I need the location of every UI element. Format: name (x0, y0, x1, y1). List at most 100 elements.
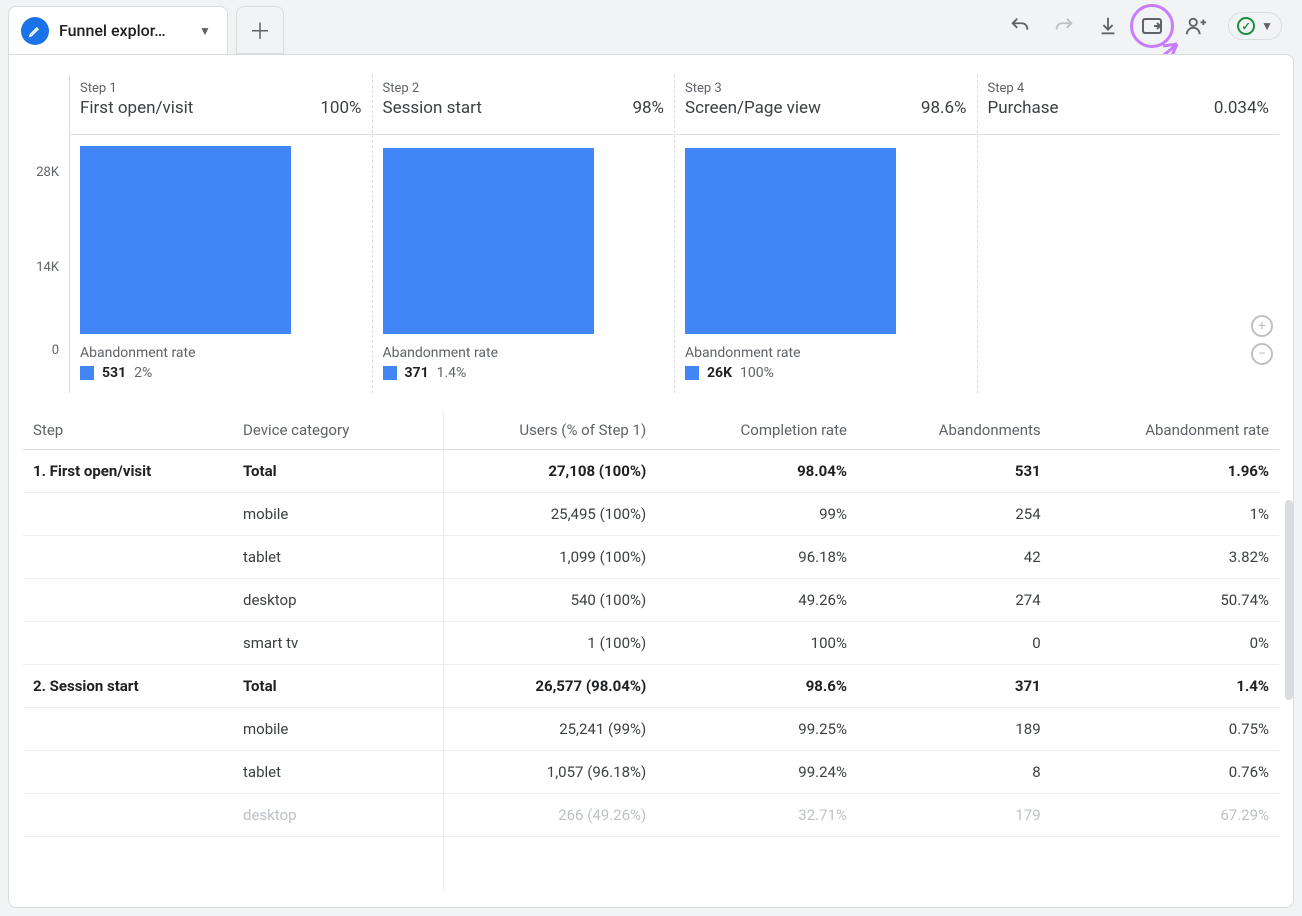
funnel-step[interactable]: Step 1 First open/visit100% Abandonment … (69, 75, 372, 393)
report-tab[interactable]: Funnel explor… ▼ (8, 6, 228, 54)
table-row[interactable]: mobile 25,241 (99%) 99.25% 189 0.75% (23, 708, 1279, 751)
scrollbar[interactable] (1285, 500, 1293, 700)
col-abandonment-rate[interactable]: Abandonment rate (1051, 411, 1279, 450)
cell-step (23, 579, 233, 622)
cell-abandonment-rate: 0.75% (1051, 708, 1279, 751)
cell-abandonment-rate: 3.82% (1051, 536, 1279, 579)
cell-completion: 99% (656, 493, 857, 536)
step-label: Step 1 (80, 81, 362, 96)
col-step[interactable]: Step (23, 411, 233, 450)
table-row[interactable]: desktop 540 (100%) 49.26% 274 50.74% (23, 579, 1279, 622)
cell-device: Total (233, 450, 423, 493)
table-row[interactable]: desktop 266 (49.26%) 32.71% 179 67.29% (23, 794, 1279, 837)
legend-swatch (80, 366, 94, 380)
step-name: Screen/Page view (685, 98, 821, 118)
cell-completion: 96.18% (656, 536, 857, 579)
chevron-down-icon[interactable]: ▼ (199, 24, 211, 38)
cell-users: 25,495 (100%) (423, 493, 656, 536)
cell-step (23, 493, 233, 536)
funnel-step[interactable]: Step 4 Purchase0.034% (977, 75, 1280, 393)
abandonment-label: Abandonment rate (383, 345, 665, 361)
status-chevron-icon: ▼ (1261, 19, 1273, 33)
zoom-out-button[interactable]: − (1251, 343, 1273, 365)
cell-step (23, 751, 233, 794)
cell-step: 1. First open/visit (23, 450, 233, 493)
cell-step: 2. Session start (23, 665, 233, 708)
cell-abandonments: 42 (857, 536, 1051, 579)
funnel-bar (80, 146, 291, 334)
cell-device: smart tv (233, 622, 423, 665)
cell-users: 26,577 (98.04%) (423, 665, 656, 708)
funnel-chart: Step 1 First open/visit 100% Abandonment … (69, 75, 1279, 393)
abandonment-pct: 1.4% (437, 365, 467, 381)
y-axis-labels: 28K 14K 0 (23, 165, 63, 355)
cell-completion: 98.04% (656, 450, 857, 493)
cell-abandonments: 179 (857, 794, 1051, 837)
checkmark-icon: ✓ (1237, 17, 1255, 35)
abandonment-count: 531 (102, 365, 126, 381)
redo-icon[interactable] (1052, 14, 1076, 38)
cell-abandonment-rate: 1.96% (1051, 450, 1279, 493)
cell-users: 25,241 (99%) (423, 708, 656, 751)
step-label: Step 3 (685, 81, 967, 96)
cell-abandonment-rate: 0.76% (1051, 751, 1279, 794)
cell-step (23, 794, 233, 837)
funnel-bar (685, 148, 896, 334)
cell-users: 266 (49.26%) (423, 794, 656, 837)
step-label: Step 4 (988, 81, 1270, 96)
cell-device: mobile (233, 708, 423, 751)
cell-device: desktop (233, 579, 423, 622)
download-icon[interactable] (1096, 14, 1120, 38)
pencil-icon (21, 17, 49, 45)
undo-icon[interactable] (1008, 14, 1032, 38)
cell-device: desktop (233, 794, 423, 837)
funnel-step[interactable]: Step 2 Session start98% Abandonment rate… (372, 75, 675, 393)
step-name: Purchase (988, 98, 1059, 118)
cell-completion: 98.6% (656, 665, 857, 708)
table-row[interactable]: 1. First open/visit Total 27,108 (100%) … (23, 450, 1279, 493)
table-row[interactable]: tablet 1,099 (100%) 96.18% 42 3.82% (23, 536, 1279, 579)
cell-completion: 32.71% (656, 794, 857, 837)
data-table: Step Device category Users (% of Step 1)… (23, 411, 1279, 891)
cell-abandonment-rate: 50.74% (1051, 579, 1279, 622)
cell-users: 27,108 (100%) (423, 450, 656, 493)
cell-step (23, 622, 233, 665)
abandonment-count: 26K (707, 365, 732, 381)
cell-device: tablet (233, 536, 423, 579)
abandonment-pct: 100% (740, 365, 774, 381)
col-abandonments[interactable]: Abandonments (857, 411, 1051, 450)
table-row[interactable]: smart tv 1 (100%) 100% 0 0% (23, 622, 1279, 665)
col-users[interactable]: Users (% of Step 1) (423, 411, 656, 450)
col-device[interactable]: Device category (233, 411, 423, 450)
abandonment-label: Abandonment rate (685, 345, 967, 361)
col-completion[interactable]: Completion rate (656, 411, 857, 450)
zoom-in-button[interactable]: + (1251, 315, 1273, 337)
abandonment-label: Abandonment rate (80, 345, 362, 361)
cell-abandonment-rate: 0% (1051, 622, 1279, 665)
cell-abandonment-rate: 1% (1051, 493, 1279, 536)
cell-users: 1,099 (100%) (423, 536, 656, 579)
step-label: Step 2 (383, 81, 665, 96)
share-user-icon[interactable] (1184, 14, 1208, 38)
cell-completion: 99.25% (656, 708, 857, 751)
cell-abandonments: 8 (857, 751, 1051, 794)
cell-users: 1 (100%) (423, 622, 656, 665)
cell-completion: 49.26% (656, 579, 857, 622)
table-row[interactable]: mobile 25,495 (100%) 99% 254 1% (23, 493, 1279, 536)
export-icon[interactable] (1140, 14, 1164, 38)
status-pill[interactable]: ✓ ▼ (1228, 12, 1282, 40)
funnel-step[interactable]: Step 3 Screen/Page view 98.6% Abandonment… (674, 75, 977, 393)
cell-abandonments: 254 (857, 493, 1051, 536)
cell-completion: 99.24% (656, 751, 857, 794)
cell-device: tablet (233, 751, 423, 794)
cell-abandonments: 274 (857, 579, 1051, 622)
legend-swatch (383, 366, 397, 380)
step-pct: 98.6% (921, 98, 967, 118)
cell-abandonments: 531 (857, 450, 1051, 493)
step-name: First open/visit (80, 98, 193, 118)
table-row[interactable]: tablet 1,057 (96.18%) 99.24% 8 0.76% (23, 751, 1279, 794)
add-tab-button[interactable]: ＋ (236, 6, 284, 54)
table-row[interactable]: 2. Session start Total 26,577 (98.04%) 9… (23, 665, 1279, 708)
cell-abandonments: 371 (857, 665, 1051, 708)
cell-users: 1,057 (96.18%) (423, 751, 656, 794)
